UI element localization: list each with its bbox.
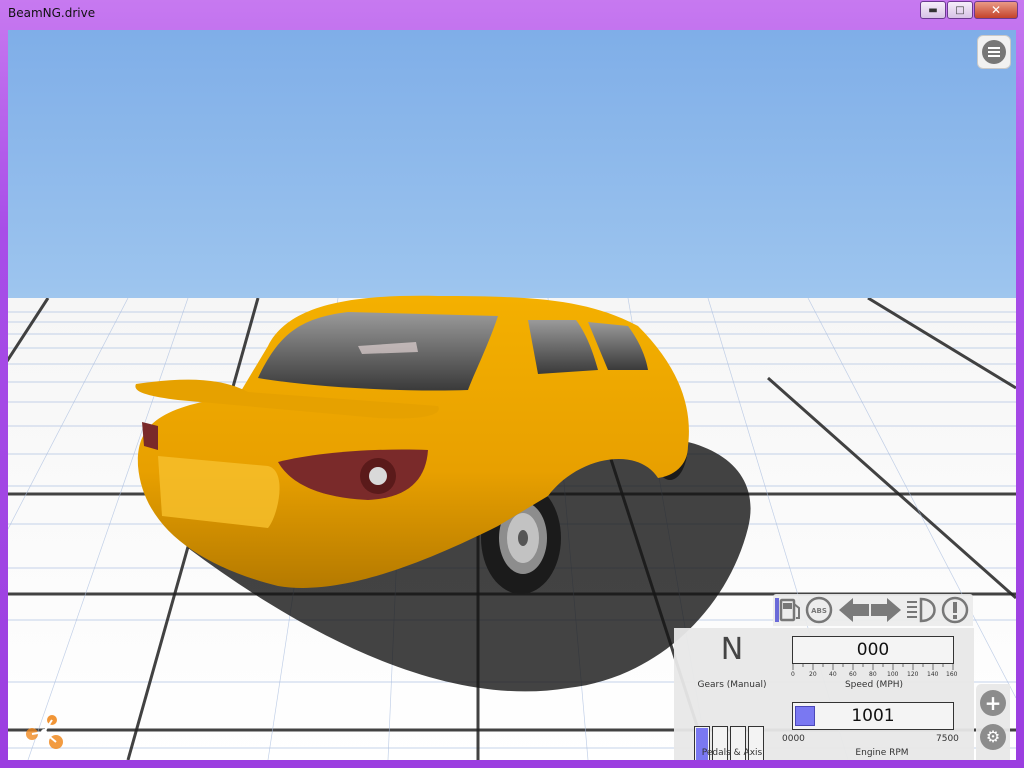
speed-tick-160: 160 bbox=[946, 671, 958, 678]
rpm-max: 7500 bbox=[936, 734, 959, 744]
close-button[interactable]: ✕ bbox=[974, 1, 1018, 19]
speed-ticks: 0 20 40 60 80 100 120 140 160 bbox=[791, 671, 958, 679]
headlights-icon bbox=[907, 597, 936, 623]
right-signal-icon bbox=[871, 598, 901, 622]
speed-tick-0: 0 bbox=[791, 671, 795, 678]
speed-tick-140: 140 bbox=[927, 671, 939, 678]
fuel-icon bbox=[775, 598, 800, 622]
window-title: BeamNG.drive bbox=[8, 6, 96, 20]
speed-tick-20: 20 bbox=[809, 671, 817, 678]
beamng-logo bbox=[26, 715, 63, 749]
left-signal-icon bbox=[839, 598, 869, 622]
maximize-button[interactable]: □ bbox=[947, 1, 973, 19]
add-app-button[interactable]: + bbox=[980, 690, 1006, 716]
vehicle-hud: N Gears (Manual) 000 0 20 40 60 80 100 1… bbox=[674, 628, 974, 760]
close-icon: ✕ bbox=[990, 3, 1002, 17]
rpm-label: Engine RPM bbox=[855, 748, 909, 758]
speed-tick-60: 60 bbox=[849, 671, 857, 678]
abs-icon: ABS bbox=[805, 596, 833, 624]
svg-text:ABS: ABS bbox=[811, 607, 827, 615]
menu-button[interactable] bbox=[977, 35, 1011, 69]
speed-tick-120: 120 bbox=[907, 671, 919, 678]
current-gear: N bbox=[720, 632, 744, 667]
window-controls: ▬ □ ✕ bbox=[919, 1, 1018, 19]
rpm-min: 0000 bbox=[782, 734, 805, 744]
game-viewport[interactable]: ABS N Gears (Manual) 000 0 20 40 60 80 1… bbox=[8, 30, 1016, 760]
app-window: BeamNG.drive ▬ □ ✕ ABS N Gears (Manual) … bbox=[0, 0, 1024, 768]
menu-icon bbox=[982, 40, 1006, 64]
pedals-label: Pedals & Axis bbox=[701, 748, 763, 758]
warning-icon bbox=[941, 596, 969, 624]
speed-tick-100: 100 bbox=[887, 671, 899, 678]
speed-tick-40: 40 bbox=[829, 671, 837, 678]
title-bar[interactable]: BeamNG.drive ▬ □ ✕ bbox=[0, 0, 1024, 30]
speed-gauge: 000 bbox=[792, 636, 954, 664]
vehicle-status-icons: ABS bbox=[773, 594, 973, 626]
rpm-gauge: 1001 bbox=[792, 702, 954, 730]
car-image bbox=[135, 295, 689, 594]
maximize-icon: □ bbox=[955, 4, 965, 16]
side-toolbar: + ⚙ bbox=[976, 684, 1010, 760]
settings-icon: ⚙ bbox=[985, 727, 1001, 746]
speed-tick-80: 80 bbox=[869, 671, 877, 678]
minimize-button[interactable]: ▬ bbox=[920, 1, 946, 19]
speed-label: Speed (MPH) bbox=[844, 680, 904, 690]
add-icon: + bbox=[984, 691, 1002, 715]
app-settings-button[interactable]: ⚙ bbox=[980, 724, 1006, 750]
gears-label: Gears (Manual) bbox=[697, 680, 767, 690]
rpm-value: 1001 bbox=[851, 706, 895, 726]
speed-value: 000 bbox=[856, 640, 890, 660]
minimize-icon: ▬ bbox=[928, 4, 938, 16]
